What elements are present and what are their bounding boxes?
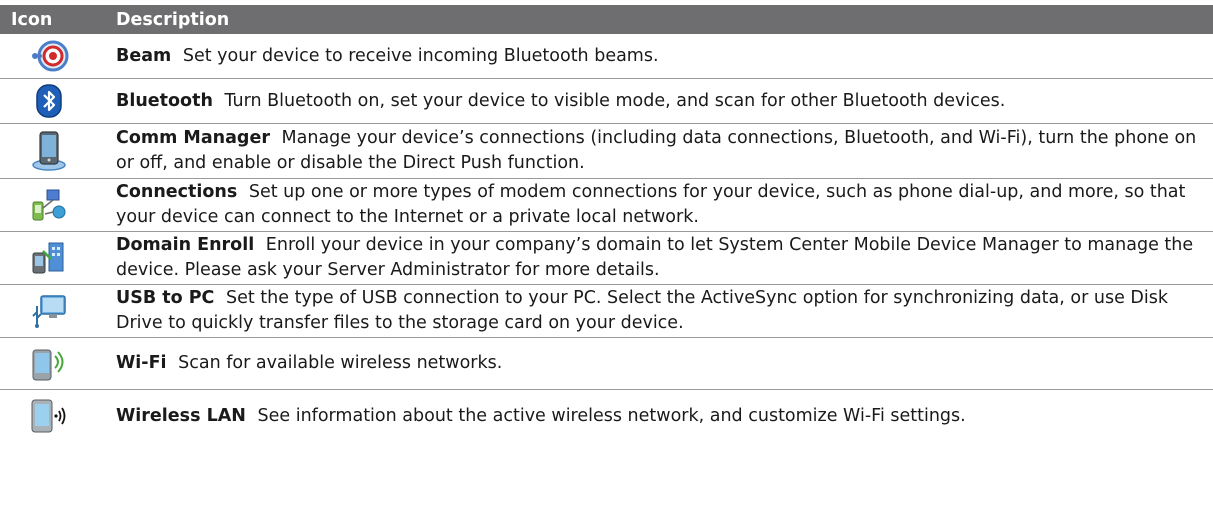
row-text: Set the type of USB connection to your P… — [116, 288, 1168, 333]
row-description: Bluetooth Turn Bluetooth on, set your de… — [116, 89, 1213, 114]
settings-icon-table: Icon Description Beam Set your device to… — [0, 5, 1213, 442]
domain-enroll-icon — [0, 239, 116, 277]
wifi-icon — [0, 344, 116, 384]
table-row: Domain Enroll Enroll your device in your… — [0, 232, 1213, 285]
row-text: Set up one or more types of modem connec… — [116, 182, 1186, 227]
table-row: USB to PC Set the type of USB connection… — [0, 285, 1213, 338]
row-text: Set your device to receive incoming Blue… — [182, 45, 659, 66]
table-row: Wi-Fi Scan for available wireless networ… — [0, 338, 1213, 390]
column-header-icon: Icon — [11, 9, 53, 30]
row-description: Connections Set up one or more types of … — [116, 180, 1213, 230]
connections-icon — [0, 186, 116, 224]
row-title: Bluetooth — [116, 90, 213, 111]
row-title: Wi-Fi — [116, 353, 167, 373]
bluetooth-icon — [0, 84, 116, 118]
comm-manager-icon — [0, 129, 116, 173]
row-text: Manage your device’s connections (includ… — [116, 128, 1197, 173]
row-title: USB to PC — [116, 288, 215, 308]
table-row: Comm Manager Manage your device’s connec… — [0, 124, 1213, 179]
row-text: Scan for available wireless networks. — [178, 353, 503, 373]
beam-icon — [0, 38, 116, 74]
row-text: Turn Bluetooth on, set your device to vi… — [224, 90, 1006, 111]
wireless-lan-icon — [0, 396, 116, 436]
row-description: Wireless LAN See information about the a… — [116, 404, 1213, 429]
row-title: Beam — [116, 45, 172, 66]
row-text: Enroll your device in your company’s dom… — [116, 235, 1194, 280]
row-description: Domain Enroll Enroll your device in your… — [116, 233, 1213, 283]
row-title: Connections — [116, 182, 238, 202]
table-row: Connections Set up one or more types of … — [0, 179, 1213, 232]
row-description: USB to PC Set the type of USB connection… — [116, 286, 1213, 336]
row-description: Comm Manager Manage your device’s connec… — [116, 126, 1213, 176]
table-row: Beam Set your device to receive incoming… — [0, 34, 1213, 79]
column-header-description: Description — [116, 9, 230, 30]
row-title: Comm Manager — [116, 128, 270, 148]
row-description: Wi-Fi Scan for available wireless networ… — [116, 351, 1213, 376]
usb-to-pc-icon — [0, 292, 116, 330]
row-text: See information about the active wireles… — [257, 405, 966, 426]
table-header: Icon Description — [0, 5, 1213, 34]
row-title: Wireless LAN — [116, 405, 246, 426]
row-description: Beam Set your device to receive incoming… — [116, 44, 1213, 69]
row-title: Domain Enroll — [116, 235, 255, 255]
table-row: Bluetooth Turn Bluetooth on, set your de… — [0, 79, 1213, 124]
table-row: Wireless LAN See information about the a… — [0, 390, 1213, 442]
